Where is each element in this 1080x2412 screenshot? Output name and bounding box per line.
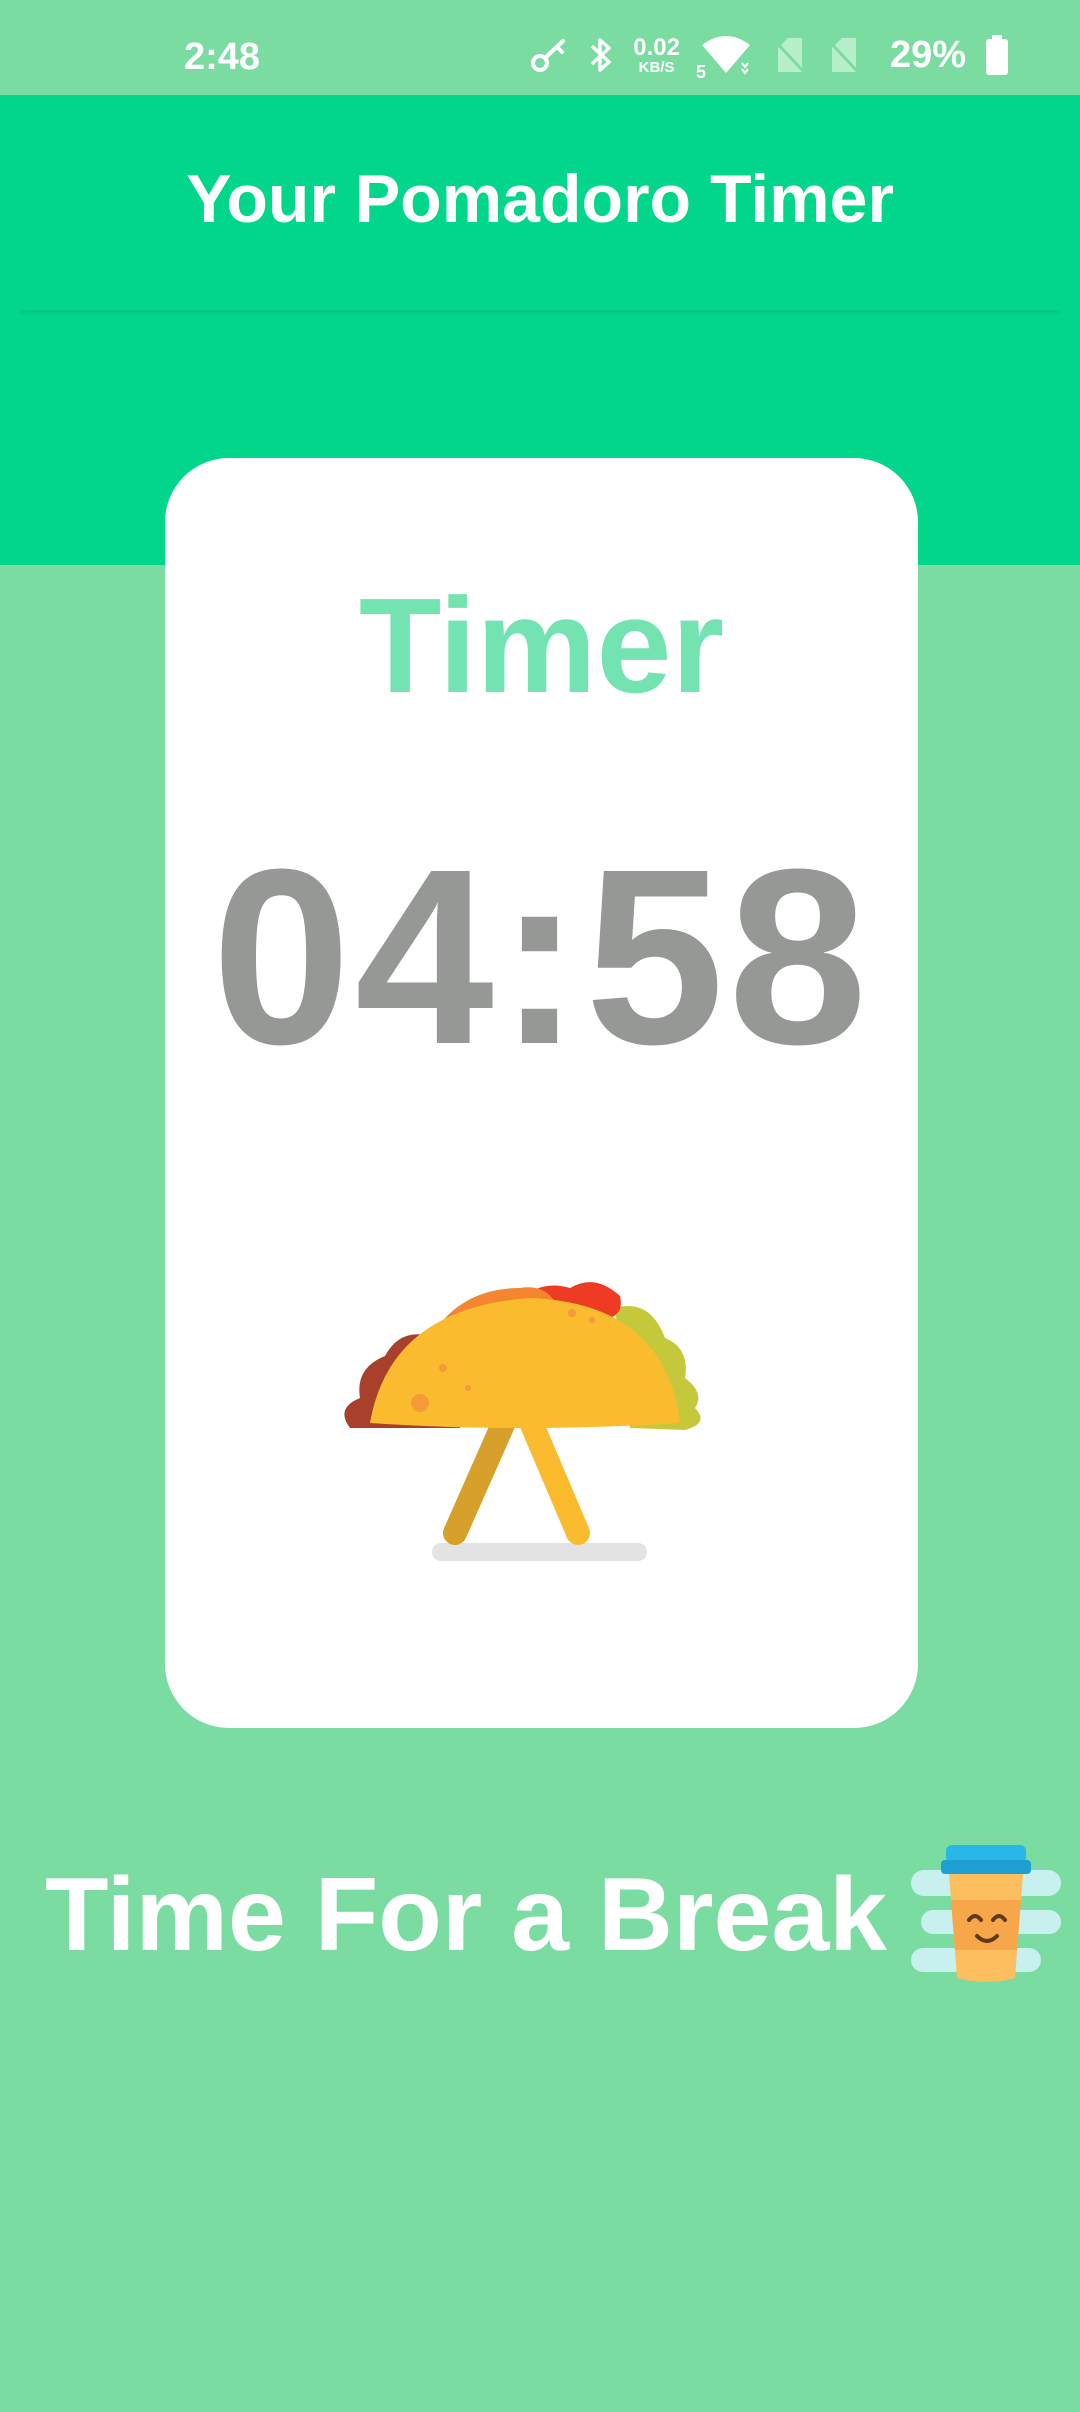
no-sim-icon [772, 36, 808, 74]
taco-illustration [320, 1238, 760, 1583]
status-icons: 0.02 KB/S 5 29% [529, 30, 1010, 82]
timer-card-title: Timer [358, 570, 725, 721]
no-sim-icon [826, 36, 862, 74]
network-speed-unit: KB/S [638, 58, 675, 76]
coffee-cup-icon [911, 1840, 1062, 1990]
vpn-key-icon [529, 35, 569, 75]
bluetooth-icon [587, 35, 615, 75]
wifi-label: 5 [695, 62, 706, 82]
status-bar: 2:48 0.02 KB/S 5 29% [0, 0, 1080, 95]
network-speed: 0.02 KB/S [633, 33, 680, 76]
network-speed-value: 0.02 [633, 33, 680, 61]
battery-percent: 29% [889, 33, 966, 76]
battery-icon [984, 34, 1010, 76]
break-message-text: Time For a Break [45, 1856, 888, 1973]
break-message: Time For a Break [45, 1840, 1062, 1990]
timer-card: Timer 04:58 [165, 458, 918, 1728]
status-time: 2:48 [184, 36, 261, 78]
app-title: Your Pomadoro Timer [186, 161, 894, 237]
timer-countdown: 04:58 [211, 817, 872, 1096]
wifi-icon: 5 [696, 33, 754, 82]
